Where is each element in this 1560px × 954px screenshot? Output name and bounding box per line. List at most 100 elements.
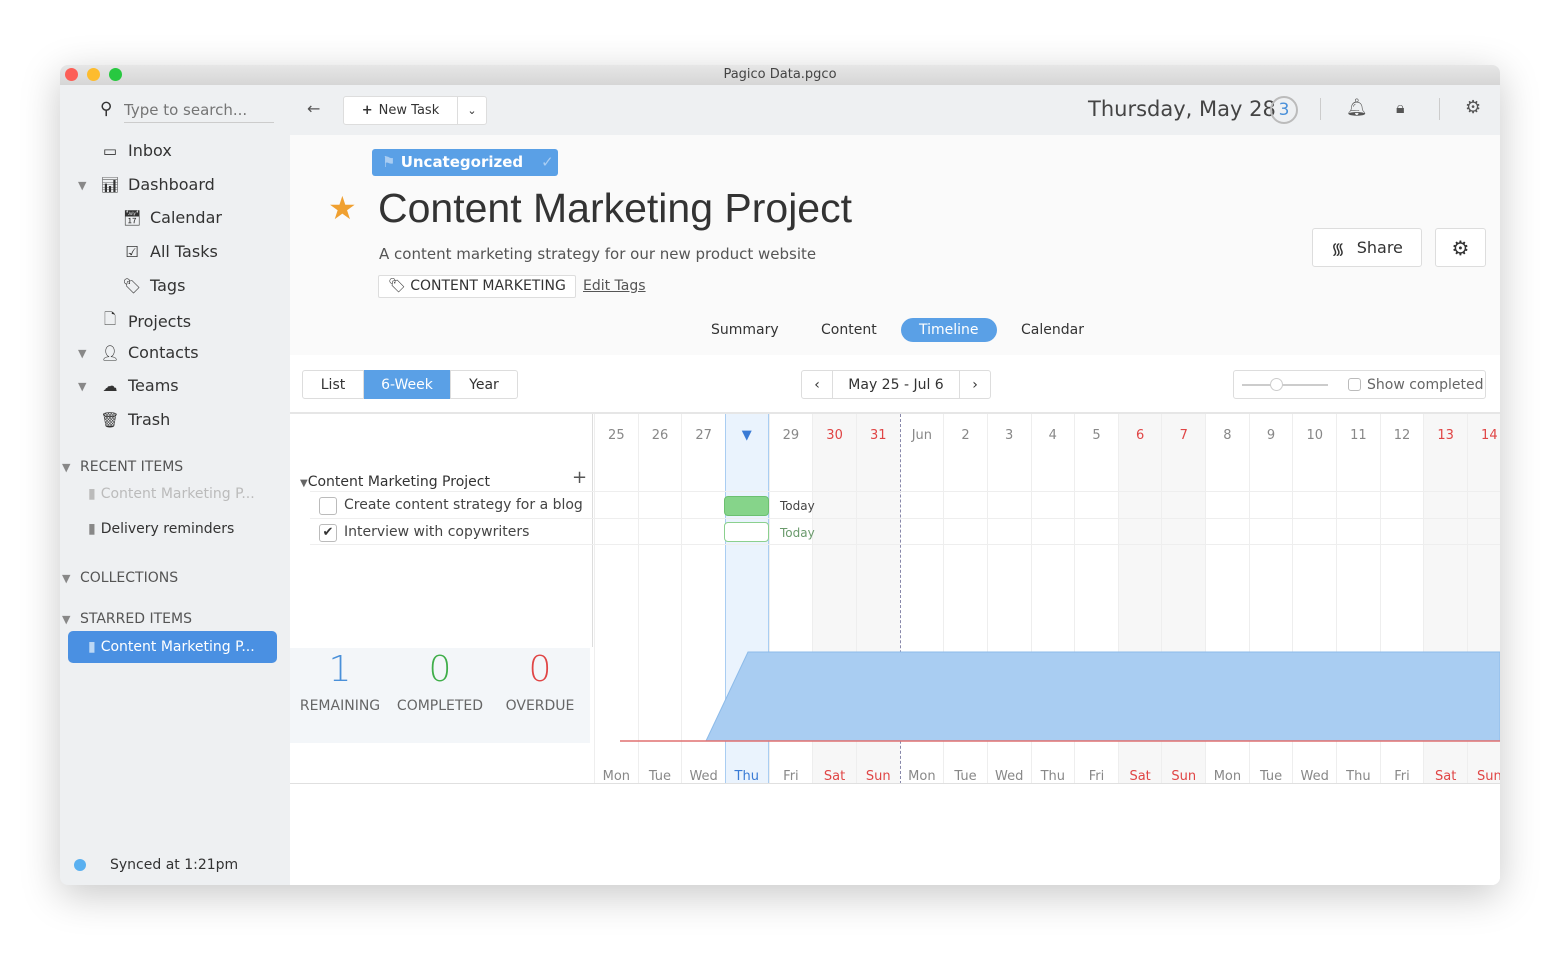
day-label: 31 [869,428,887,443]
zoom-slider[interactable] [1242,377,1328,391]
tag-chip[interactable]: 🏷︎ CONTENT MARKETING [378,275,576,298]
starred-items-header[interactable]: STARRED ITEMS [80,611,192,627]
recent-item[interactable]: ▮ Content Marketing P... [88,486,255,502]
weekday-label: Mon [1213,769,1242,784]
project-group-row[interactable]: ▼Content Marketing Project [300,474,490,490]
zoom-button[interactable] [109,68,122,81]
sidebar-item-projects[interactable]: 🗋 Projects [100,309,191,334]
sidebar-item-all-tasks[interactable]: ☑ All Tasks [122,242,218,261]
collapse-triangle-icon[interactable]: ▼ [62,613,70,626]
sidebar-item-dashboard[interactable]: 📊︎ Dashboard [100,175,214,194]
search-input[interactable] [124,97,274,123]
collapse-triangle-icon[interactable]: ▼ [300,478,308,489]
weekday-label: Sun [1476,769,1500,784]
task-checkbox[interactable] [319,497,337,515]
day-label: 29 [782,428,800,443]
slider-thumb[interactable] [1270,377,1283,391]
divider [1320,98,1321,120]
day-label: Jun [911,428,933,443]
starred-item-selected[interactable]: ▮ Content Marketing P... [68,631,277,663]
task-bar[interactable] [724,496,769,516]
tags-icon: 🏷︎ [122,276,142,295]
star-icon[interactable]: ★ [328,189,357,227]
tab-content[interactable]: Content [803,318,895,342]
day-label: 2 [961,428,970,443]
day-label: 14 [1481,428,1498,443]
recent-items-header[interactable]: RECENT ITEMS [80,459,183,475]
collapse-triangle-icon[interactable]: ▼ [78,179,86,192]
page-title: Content Marketing Project [378,185,853,231]
sidebar-item-calendar[interactable]: 📅︎ Calendar [122,208,221,227]
next-range-button[interactable]: › [959,370,991,399]
today-marker-icon: ▼ [741,428,752,443]
task-checkbox-checked[interactable]: ✔ [319,524,337,542]
notification-badge[interactable]: 3 [1270,96,1298,124]
category-dropdown[interactable]: ⚑ Uncategorized ✓ [372,149,558,176]
recent-item[interactable]: ▮ Delivery reminders [88,521,234,537]
row-divider [310,518,1500,519]
weekday-label: Thu [734,769,759,784]
sync-status: Synced at 1:21pm [110,857,239,873]
project-settings-button[interactable]: ⚙ [1435,228,1486,267]
project-description: A content marketing strategy for our new… [379,245,817,263]
new-task-dropdown[interactable]: ⌄ [457,96,487,125]
weekday-label: Wed [689,769,718,784]
sidebar-item-inbox[interactable]: ▭ Inbox [100,141,172,160]
weekday-label: Mon [908,769,936,784]
task-name[interactable]: Interview with copywriters [344,524,529,540]
wifi-icon: ᯾ [1331,238,1345,258]
inbox-icon: ▭ [102,141,118,160]
day-label: 12 [1393,428,1411,443]
sidebar-item-tags[interactable]: 🏷︎ Tags [122,276,185,295]
row-divider [310,491,1500,492]
plus-icon: + [361,103,373,118]
sidebar-item-contacts[interactable]: 👤︎ Contacts [100,343,198,362]
day-label: 30 [826,428,843,443]
day-label: 13 [1437,428,1454,443]
weekday-label: Fri [1394,769,1410,784]
back-arrow-icon[interactable]: ← [307,99,320,118]
document-icon: ▮ [88,521,96,537]
collapse-triangle-icon[interactable]: ▼ [62,461,70,474]
date-range[interactable]: May 25 - Jul 6 [832,370,960,399]
gear-icon: ⚙ [1451,235,1470,260]
minimize-button[interactable] [87,68,100,81]
tab-calendar[interactable]: Calendar [1003,318,1102,342]
bell-icon[interactable]: 🔔︎ [1346,98,1368,118]
divider [1439,98,1440,120]
task-bar-completed[interactable] [724,522,769,542]
lock-icon[interactable]: 🔒︎ [1396,98,1405,118]
sync-status-dot [74,859,86,871]
person-icon: 👤︎ [100,343,120,362]
tab-summary[interactable]: Summary [693,318,797,342]
new-task-button[interactable]: + New Task [343,96,458,125]
previous-range-button[interactable]: ‹ [801,370,833,399]
share-button[interactable]: ᯾ Share [1312,228,1422,267]
task-bar-label: Today [780,526,815,540]
collapse-triangle-icon[interactable]: ▼ [78,347,86,360]
collapse-triangle-icon[interactable]: ▼ [62,572,70,585]
day-label: 9 [1266,428,1276,443]
task-bar-label: Today [780,499,815,513]
app-window: Pagico Data.pgco ⚲ ← +New Task ⌄ Thursda… [60,65,1500,885]
show-completed-checkbox[interactable] [1348,378,1361,391]
add-task-button[interactable]: + [572,467,587,488]
day-label: 4 [1048,428,1057,443]
collections-header[interactable]: COLLECTIONS [80,570,178,586]
view-year[interactable]: Year [450,370,518,399]
close-button[interactable] [65,68,78,81]
tab-timeline[interactable]: Timeline [901,318,997,342]
sidebar-item-trash[interactable]: 🗑︎ Trash [100,410,170,429]
collapse-triangle-icon[interactable]: ▼ [78,380,86,393]
weekday-label: Tue [648,769,672,784]
weekday-label: Sun [865,769,891,784]
edit-tags-link[interactable]: Edit Tags [583,278,646,294]
view-list[interactable]: List [302,370,364,399]
day-label: 26 [651,428,669,443]
view-6-week[interactable]: 6-Week [364,370,450,399]
search-icon: ⚲ [100,99,113,119]
gear-icon[interactable]: ⚙ [1465,97,1481,118]
task-name[interactable]: Create content strategy for a blog [344,497,583,513]
weekday-label: Fri [1088,769,1105,784]
sidebar-item-teams[interactable]: ☁ Teams [100,376,179,395]
